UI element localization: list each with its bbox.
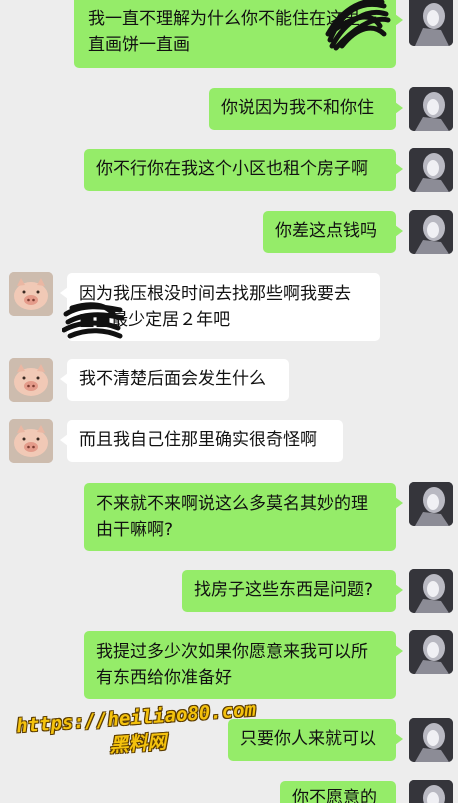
message-text: 我不清楚后面会发生什么: [79, 369, 266, 389]
message-bubble-sent[interactable]: 你差这点钱吗: [263, 211, 403, 253]
message-bubble-sent[interactable]: 不来就不来啊说这么多莫名其妙的理由干嘛啊?: [84, 483, 403, 551]
avatar-self[interactable]: [409, 0, 453, 46]
avatar-self[interactable]: [409, 482, 453, 526]
watermark: https://heiliao80.com 黑料网: [11, 697, 264, 764]
message-text: 你不行你在我这个小区也租个房子啊: [96, 159, 368, 179]
message-bubble-sent[interactable]: 你说因为我不和你住: [209, 88, 403, 130]
avatar-self[interactable]: [409, 780, 453, 803]
message-text: 找房子这些东西是问题?: [194, 580, 374, 600]
avatar-contact[interactable]: [9, 358, 53, 402]
message-bubble-received[interactable]: 我不清楚后面会发生什么: [60, 359, 289, 401]
avatar-self[interactable]: [409, 569, 453, 613]
avatar-contact[interactable]: [9, 272, 53, 316]
avatar-self[interactable]: [409, 718, 453, 762]
message-text: 我一直不理解为什么你不能住在这里一直画饼一直画: [88, 9, 377, 55]
message-bubble-received[interactable]: 而且我自己住那里确实很奇怪啊: [60, 420, 343, 462]
message-text: 你说因为我不和你住: [221, 98, 374, 118]
avatar-self[interactable]: [409, 630, 453, 674]
message-text: 你差这点钱吗: [275, 221, 377, 241]
avatar-self[interactable]: [409, 87, 453, 131]
message-text: 我提过多少次如果你愿意来我可以所有东西给你准备好: [96, 642, 368, 688]
message-text: 不来就不来啊说这么多莫名其妙的理由干嘛啊?: [96, 494, 368, 540]
message-bubble-received[interactable]: 因为我压根没时间去找那些啊我要去■■最少定居２年吧: [60, 273, 380, 341]
message-bubble-sent[interactable]: 你不行你在我这个小区也租个房子啊: [84, 149, 403, 191]
message-text: 而且我自己住那里确实很奇怪啊: [79, 430, 317, 450]
message-bubble-sent[interactable]: 找房子这些东西是问题?: [182, 570, 403, 612]
avatar-self[interactable]: [409, 210, 453, 254]
message-bubble-sent[interactable]: 我提过多少次如果你愿意来我可以所有东西给你准备好: [84, 631, 403, 699]
message-text: 因为我压根没时间去找那些啊我要去■■最少定居２年吧: [79, 284, 351, 330]
message-bubble-sent[interactable]: 你不愿意的: [280, 781, 396, 803]
avatar-contact[interactable]: [9, 419, 53, 463]
message-bubble-sent[interactable]: 我一直不理解为什么你不能住在这里一直画饼一直画: [74, 0, 403, 68]
message-text: 你不愿意的: [292, 788, 377, 803]
avatar-self[interactable]: [409, 148, 453, 192]
